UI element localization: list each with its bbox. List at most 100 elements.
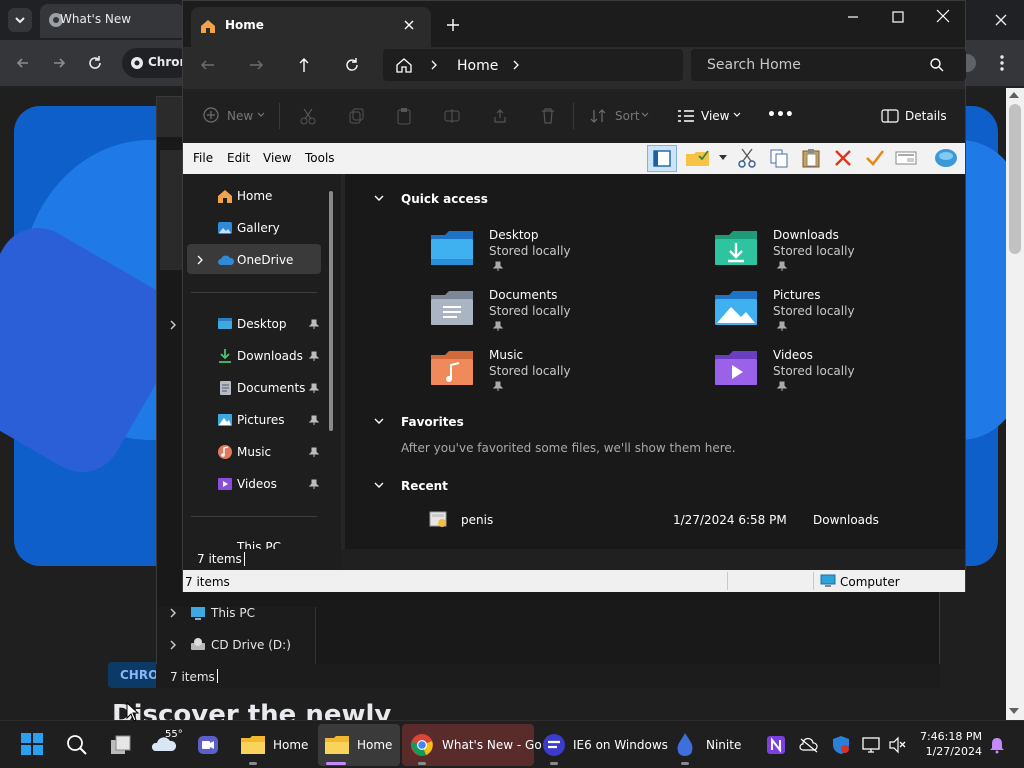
menu-view[interactable]: View <box>263 151 291 165</box>
classic-globe-icon[interactable] <box>933 146 959 170</box>
clock-date[interactable]: 1/27/2024 <box>918 745 982 758</box>
menu-tools[interactable]: Tools <box>305 151 335 165</box>
more-options-button[interactable]: ••• <box>767 107 794 123</box>
classic-undo-check-icon[interactable] <box>865 148 885 168</box>
taskbar-indicator <box>418 762 426 765</box>
tile-documents-name[interactable]: Documents <box>489 288 557 302</box>
scroll-up-arrow-icon[interactable] <box>1008 90 1020 100</box>
forward-arrow-icon[interactable] <box>50 54 68 72</box>
minimize-icon[interactable] <box>843 9 863 25</box>
tile-music-name[interactable]: Music <box>489 348 523 362</box>
chrome-tab-search-button[interactable] <box>8 8 32 32</box>
favorites-header[interactable]: Favorites <box>401 415 464 429</box>
classic-copy-icon[interactable] <box>769 148 789 168</box>
notification-bell-icon[interactable] <box>988 736 1006 754</box>
recent-item-name[interactable]: penis <box>461 513 493 527</box>
classic-delete-icon[interactable] <box>833 148 853 168</box>
tile-videos-name[interactable]: Videos <box>773 348 813 362</box>
sidebar-item-pictures[interactable]: Pictures <box>237 413 285 427</box>
tray-app-n-icon[interactable] <box>766 735 786 755</box>
details-button[interactable]: Details <box>905 109 947 123</box>
tray-security-icon[interactable] <box>831 735 851 755</box>
nav-back-icon[interactable] <box>199 56 217 74</box>
breadcrumb-expand-chevron-icon[interactable] <box>511 58 521 72</box>
taskbar-app-explorer-1[interactable]: Home <box>273 738 308 752</box>
chrome-menu-icon[interactable] <box>994 54 1010 72</box>
taskbar-app-ie6[interactable]: IE6 on Windows <box>573 738 668 752</box>
back-arrow-icon[interactable] <box>14 54 32 72</box>
quick-access-collapse-icon[interactable] <box>373 192 385 204</box>
back-tree-cd-drive[interactable]: CD Drive (D:) <box>211 638 291 652</box>
pane-status-divider <box>244 552 245 566</box>
rename-icon[interactable] <box>443 107 461 125</box>
tile-downloads-name[interactable]: Downloads <box>773 228 839 242</box>
taskbar-app-explorer-2[interactable]: Home <box>357 738 392 752</box>
menu-edit[interactable]: Edit <box>227 151 250 165</box>
address-bar[interactable] <box>383 49 683 81</box>
folder-options-icon[interactable] <box>685 148 711 168</box>
recent-header[interactable]: Recent <box>401 479 448 493</box>
navigation-pane-scrollbar[interactable] <box>329 191 333 431</box>
menu-file[interactable]: File <box>193 151 213 165</box>
sidebar-item-desktop[interactable]: Desktop <box>237 317 287 331</box>
classic-paste-icon[interactable] <box>801 148 821 168</box>
folder-options-chevron-icon[interactable] <box>719 155 727 161</box>
tile-pictures-name[interactable]: Pictures <box>773 288 821 302</box>
breadcrumb-chevron-icon[interactable] <box>429 58 439 72</box>
sidebar-item-home[interactable]: Home <box>237 189 272 203</box>
share-icon[interactable] <box>491 107 509 125</box>
cd-drive-chevron-icon[interactable] <box>168 638 178 652</box>
taskbar-app-ninite[interactable]: Ninite <box>706 738 741 752</box>
refresh-icon[interactable] <box>343 56 361 74</box>
meet-video-icon[interactable] <box>197 734 219 756</box>
expand-chevron-icon[interactable] <box>168 318 178 332</box>
breadcrumb-home[interactable]: Home <box>457 58 498 74</box>
pane-splitter[interactable] <box>341 174 345 549</box>
quick-access-header[interactable]: Quick access <box>401 192 488 206</box>
classic-properties-icon[interactable] <box>895 149 917 167</box>
task-view-icon[interactable] <box>110 734 132 756</box>
start-windows-icon[interactable] <box>20 732 44 756</box>
back-tree-this-pc[interactable]: This PC <box>211 606 255 620</box>
tray-onedrive-off-icon[interactable] <box>799 737 819 753</box>
reload-icon[interactable] <box>86 54 104 72</box>
taskbar-search-icon[interactable] <box>66 734 88 756</box>
tray-display-icon[interactable] <box>862 736 882 754</box>
sidebar-item-onedrive[interactable]: OneDrive <box>237 253 293 267</box>
this-pc-chevron-icon[interactable] <box>168 606 178 620</box>
favorites-collapse-icon[interactable] <box>373 415 385 427</box>
tray-volume-muted-icon[interactable] <box>888 736 908 754</box>
sidebar-item-gallery[interactable]: Gallery <box>237 221 280 235</box>
onedrive-chevron-icon[interactable] <box>195 253 205 267</box>
pictures-icon <box>217 412 233 428</box>
preview-pane-button[interactable] <box>647 145 677 172</box>
sidebar-item-downloads[interactable]: Downloads <box>237 349 303 363</box>
nav-up-icon[interactable] <box>295 56 313 74</box>
recent-collapse-icon[interactable] <box>373 479 385 491</box>
tile-desktop-name[interactable]: Desktop <box>489 228 539 242</box>
scroll-down-arrow-icon[interactable] <box>1008 706 1020 716</box>
new-tab-icon[interactable] <box>445 17 461 33</box>
view-button[interactable]: View <box>701 109 729 123</box>
delete-icon[interactable] <box>539 107 557 125</box>
maximize-icon[interactable] <box>889 9 907 25</box>
classic-cut-icon[interactable] <box>737 148 757 168</box>
cut-icon[interactable] <box>299 107 317 125</box>
sort-button[interactable]: Sort <box>615 109 640 123</box>
new-button[interactable]: New <box>227 109 253 123</box>
chrome-badge: CHRO <box>108 662 160 688</box>
sidebar-item-music[interactable]: Music <box>237 445 271 459</box>
window-close-icon[interactable] <box>933 8 953 24</box>
clock-time[interactable]: 7:46:18 PM <box>918 730 982 743</box>
tab-close-icon[interactable] <box>401 17 417 33</box>
sidebar-item-videos[interactable]: Videos <box>237 477 277 491</box>
nav-forward-icon[interactable] <box>247 56 265 74</box>
search-input[interactable]: Search Home <box>707 57 801 73</box>
sidebar-item-this-pc[interactable]: This PC <box>237 540 281 549</box>
chrome-close-icon[interactable] <box>991 12 1011 28</box>
chrome-scrollbar-thumb[interactable] <box>1009 104 1021 254</box>
copy-icon[interactable] <box>347 107 365 125</box>
taskbar-app-chrome[interactable]: What's New - Go <box>442 738 542 752</box>
sidebar-item-documents[interactable]: Documents <box>237 381 305 395</box>
paste-icon[interactable] <box>395 107 413 125</box>
